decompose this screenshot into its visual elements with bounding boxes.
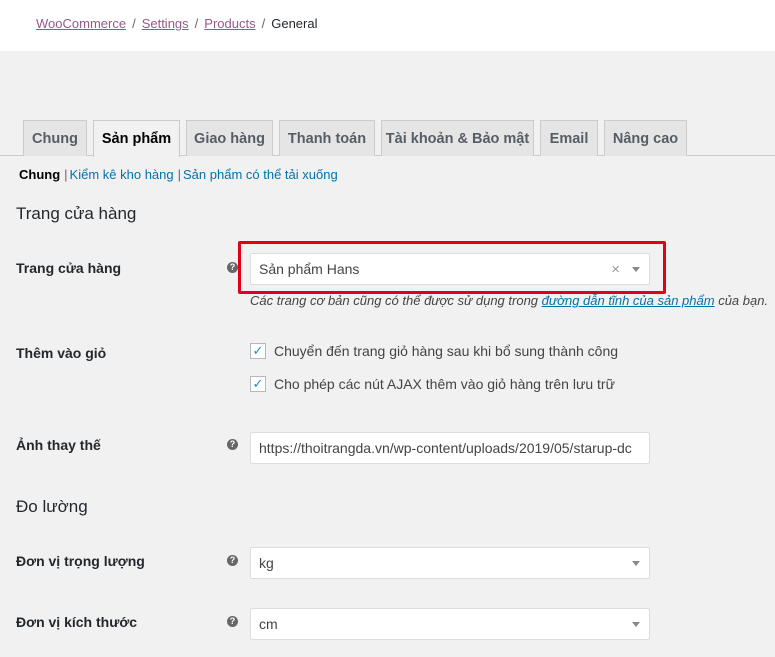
breadcrumb-separator: / (194, 16, 199, 31)
chevron-down-icon (632, 621, 640, 627)
shop-pages-heading: Trang cửa hàng (16, 204, 137, 223)
description-text: của bạn. (714, 293, 769, 308)
placeholder-image-input[interactable]: https://thoitrangda.vn/wp-content/upload… (250, 432, 650, 464)
breadcrumb-woocommerce[interactable]: WooCommerce (36, 16, 126, 31)
ajax-add-to-cart-option[interactable]: ✓ Cho phép các nút AJAX thêm vào giỏ hàn… (250, 376, 615, 392)
tab-products[interactable]: Sản phẩm (93, 120, 180, 157)
help-icon[interactable]: ? (227, 555, 238, 566)
tab-advanced[interactable]: Nâng cao (604, 120, 687, 156)
tab-accounts-privacy[interactable]: Tài khoản & Bảo mật (381, 120, 534, 156)
chevron-down-icon (632, 560, 640, 566)
shop-page-description: Các trang cơ bản cũng có thể được sử dụn… (250, 293, 768, 308)
redirect-to-cart-option[interactable]: ✓ Chuyển đến trang giỏ hàng sau khi bổ s… (250, 343, 618, 359)
tab-email[interactable]: Email (540, 120, 598, 156)
placeholder-image-value: https://thoitrangda.vn/wp-content/upload… (259, 440, 632, 456)
tab-general[interactable]: Chung (23, 120, 87, 156)
tab-shipping[interactable]: Giao hàng (186, 120, 273, 156)
section-subnav: Chung | Kiểm kê kho hàng | Sản phẩm có thể t… (19, 167, 338, 182)
add-to-cart-label: Thêm vào giỏ (16, 345, 107, 361)
help-icon[interactable]: ? (227, 616, 238, 627)
redirect-checkbox[interactable]: ✓ (250, 343, 266, 359)
redirect-option-label: Chuyển đến trang giỏ hàng sau khi bổ sun… (274, 343, 619, 359)
weight-unit-select[interactable]: kg (250, 547, 650, 579)
ajax-checkbox[interactable]: ✓ (250, 376, 266, 392)
tab-payments[interactable]: Thanh toán (279, 120, 375, 156)
dimension-unit-value: cm (259, 616, 278, 632)
measurements-heading: Đo lường (16, 497, 88, 516)
subnav-downloadable[interactable]: Sản phẩm có thể tải xuống (183, 167, 338, 182)
subnav-separator: | (64, 167, 68, 182)
product-permalinks-link[interactable]: đường dẫn tĩnh của sản phẩm (542, 293, 715, 308)
breadcrumb-separator: / (261, 16, 266, 31)
ajax-option-label: Cho phép các nút AJAX thêm vào giỏ hàng … (274, 376, 615, 392)
breadcrumb: WooCommerce / Settings / Products / General (36, 16, 317, 31)
description-text: Các trang cơ bản cũng có thể được sử dụn… (250, 293, 542, 308)
weight-unit-value: kg (259, 555, 274, 571)
breadcrumb-separator: / (132, 16, 136, 31)
settings-tabs: Chung Sản phẩm Giao hàng Thanh toán Tài … (0, 120, 775, 157)
shop-page-label: Trang cửa hàng (16, 260, 122, 276)
highlight-box (238, 241, 666, 294)
help-icon[interactable]: ? (227, 439, 238, 450)
breadcrumb-settings[interactable]: Settings (142, 16, 189, 31)
subnav-general[interactable]: Chung (19, 167, 60, 182)
breadcrumb-current: General (271, 16, 318, 31)
top-bar: WooCommerce / Settings / Products / General (0, 0, 775, 51)
dimension-unit-select[interactable]: cm (250, 608, 650, 640)
subnav-separator: | (177, 167, 182, 182)
placeholder-image-label: Ảnh thay thế (16, 437, 101, 453)
subnav-inventory[interactable]: Kiểm kê kho hàng (70, 167, 174, 182)
help-icon[interactable]: ? (227, 262, 238, 273)
dimension-unit-label: Đơn vị kích thước (16, 614, 138, 630)
weight-unit-label: Đơn vị trọng lượng (16, 553, 145, 569)
breadcrumb-products[interactable]: Products (204, 16, 255, 31)
